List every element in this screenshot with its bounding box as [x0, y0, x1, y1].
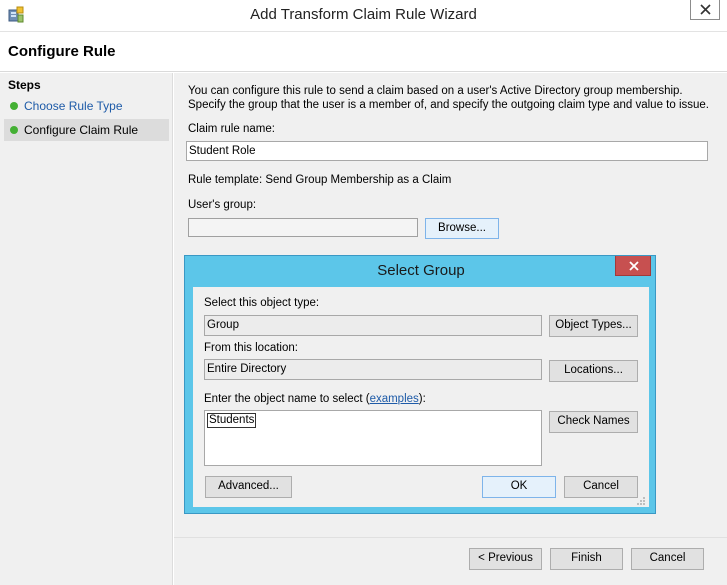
location-label: From this location: [204, 342, 298, 354]
object-types-button[interactable]: Object Types... [549, 315, 638, 337]
object-name-value: Students [207, 413, 257, 428]
dialog-cancel-button[interactable]: Cancel [564, 476, 638, 498]
resize-grip-icon[interactable] [636, 495, 646, 505]
object-name-textarea[interactable]: Students [204, 410, 542, 466]
step-label: Choose Rule Type [24, 99, 123, 113]
step-complete-dot-icon [10, 102, 18, 110]
claim-rule-name-label: Claim rule name: [188, 123, 275, 135]
cancel-button[interactable]: Cancel [631, 548, 704, 570]
dialog-title: Select Group [377, 262, 465, 279]
step-configure-claim-rule: Configure Claim Rule [4, 119, 169, 141]
step-label: Configure Claim Rule [24, 123, 139, 137]
page-header: Configure Rule [0, 32, 727, 72]
dialog-close-button[interactable] [615, 256, 651, 276]
step-current-dot-icon [10, 126, 18, 134]
window-title-bar: Add Transform Claim Rule Wizard [0, 0, 727, 32]
location-field: Entire Directory [204, 359, 542, 380]
select-group-dialog: Select Group Select this object type: Gr… [184, 255, 656, 514]
window-title: Add Transform Claim Rule Wizard [250, 6, 477, 23]
claim-rule-name-input[interactable]: Student Role [186, 141, 708, 161]
rule-template-text: Rule template: Send Group Membership as … [188, 174, 452, 186]
close-icon [629, 261, 639, 271]
finish-button[interactable]: Finish [550, 548, 623, 570]
check-names-button[interactable]: Check Names [549, 411, 638, 433]
users-group-label: User's group: [188, 199, 257, 211]
users-group-input[interactable] [188, 218, 418, 237]
close-icon [700, 4, 711, 15]
object-name-label: Enter the object name to select (example… [204, 393, 426, 405]
window-close-button[interactable] [690, 0, 720, 20]
browse-button[interactable]: Browse... [425, 218, 499, 239]
previous-button[interactable]: < Previous [469, 548, 542, 570]
object-type-field: Group [204, 315, 542, 336]
steps-title: Steps [8, 78, 41, 92]
advanced-button[interactable]: Advanced... [205, 476, 292, 498]
step-choose-rule-type[interactable]: Choose Rule Type [4, 95, 169, 117]
object-type-label: Select this object type: [204, 297, 320, 309]
locations-button[interactable]: Locations... [549, 360, 638, 382]
rule-description: You can configure this rule to send a cl… [188, 85, 709, 111]
dialog-body: Select this object type: Group Object Ty… [193, 287, 649, 507]
ok-button[interactable]: OK [482, 476, 556, 498]
examples-link[interactable]: examples [370, 393, 419, 405]
steps-pane: Steps Choose Rule Type Configure Claim R… [0, 73, 173, 585]
page-title: Configure Rule [8, 43, 116, 60]
